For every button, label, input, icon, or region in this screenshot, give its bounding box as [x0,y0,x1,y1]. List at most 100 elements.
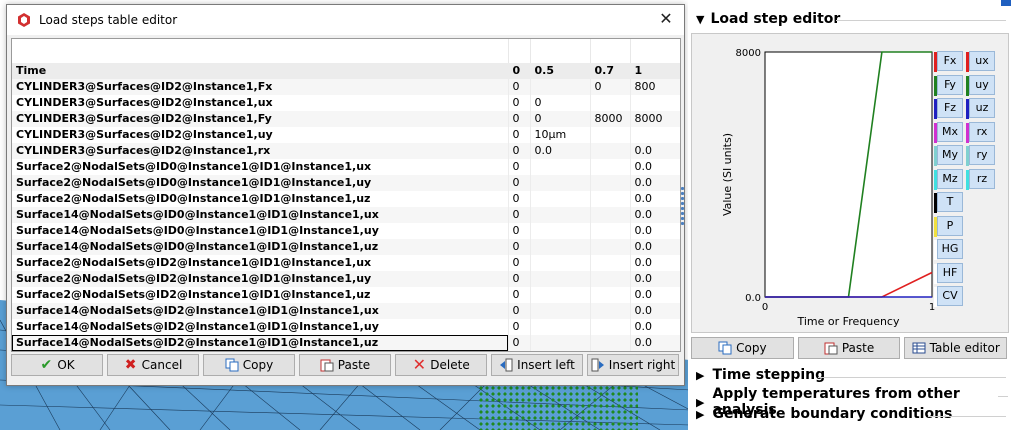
row-name-cell[interactable]: Surface2@NodalSets@ID2@Instance1@ID1@Ins… [12,287,508,303]
row-name-cell[interactable]: CYLINDER3@Surfaces@ID2@Instance1,rx [12,143,508,159]
table-row[interactable]: CYLINDER3@Surfaces@ID2@Instance1,Fy 0 0 800… [12,111,680,127]
value-cell[interactable] [589,239,630,255]
table-row[interactable]: Surface2@NodalSets@ID2@Instance1@ID1@Ins… [12,287,680,303]
row-name-cell[interactable]: Surface2@NodalSets@ID0@Instance1@ID1@Ins… [12,159,508,175]
table-row[interactable]: Surface14@NodalSets@ID0@Instance1@ID1@In… [12,239,680,255]
row-name-cell[interactable]: Surface2@NodalSets@ID2@Instance1@ID1@Ins… [12,271,508,287]
value-cell[interactable]: 0 [507,127,530,143]
value-cell[interactable]: 8000 [629,111,680,127]
row-name-cell[interactable]: Surface14@NodalSets@ID2@Instance1@ID1@In… [12,335,508,351]
legend-item-fy[interactable]: Fy [934,74,963,96]
legend-item-mx[interactable]: Mx [934,121,963,143]
insert-left-button[interactable]: Insert left [491,354,583,376]
value-cell[interactable]: 0.0 [629,207,680,223]
value-cell[interactable]: 0.0 [629,255,680,271]
value-cell[interactable] [529,287,590,303]
delete-button[interactable]: ✕ Delete [395,354,487,376]
value-cell[interactable]: 0.0 [629,239,680,255]
table-row[interactable]: CYLINDER3@Surfaces@ID2@Instance1,Fx 0 0 800 [12,79,680,95]
row-name-cell[interactable]: CYLINDER3@Surfaces@ID2@Instance1,ux [12,95,508,111]
value-cell[interactable]: 0 [529,95,590,111]
time-value[interactable]: 1 [629,63,680,79]
value-cell[interactable]: 0.0 [629,335,680,351]
table-row[interactable]: Surface2@NodalSets@ID2@Instance1@ID1@Ins… [12,271,680,287]
legend-item-uy[interactable]: uy [966,74,995,96]
panel-splitter-handle[interactable] [681,185,685,225]
value-cell[interactable] [529,319,590,335]
insert-right-button[interactable]: Insert right [587,354,679,376]
copy-button[interactable]: Copy [203,354,295,376]
value-cell[interactable]: 0 [507,223,530,239]
legend-item-hg[interactable]: HG [934,239,963,260]
time-value[interactable]: 0 [507,63,530,79]
value-cell[interactable] [529,191,590,207]
value-cell[interactable]: 0 [507,287,530,303]
row-name-cell[interactable]: CYLINDER3@Surfaces@ID2@Instance1,Fx [12,79,508,95]
value-cell[interactable]: 0 [589,79,630,95]
legend-item-hf[interactable]: HF [934,262,963,284]
table-row[interactable]: Surface14@NodalSets@ID0@Instance1@ID1@In… [12,223,680,239]
dialog-titlebar[interactable]: Load steps table editor ✕ [7,5,684,35]
legend-item-my[interactable]: My [934,145,963,166]
value-cell[interactable] [589,95,630,111]
row-name-cell[interactable]: Surface2@NodalSets@ID2@Instance1@ID1@Ins… [12,255,508,271]
value-cell[interactable]: 0 [507,159,530,175]
table-row[interactable]: Surface14@NodalSets@ID2@Instance1@ID1@In… [12,303,680,319]
legend-item-mz[interactable]: Mz [934,168,963,190]
value-cell[interactable]: 0 [507,207,530,223]
value-cell[interactable] [529,223,590,239]
table-row[interactable]: Surface2@NodalSets@ID0@Instance1@ID1@Ins… [12,191,680,207]
row-name-cell[interactable]: Surface14@NodalSets@ID2@Instance1@ID1@In… [12,319,508,335]
table-row[interactable]: Surface2@NodalSets@ID0@Instance1@ID1@Ins… [12,175,680,191]
value-cell[interactable] [589,335,630,351]
legend-item-rx[interactable]: rx [966,121,995,143]
value-cell[interactable] [529,303,590,319]
value-cell[interactable]: 0.0 [629,287,680,303]
legend-item-rz[interactable]: rz [966,168,995,190]
value-cell[interactable] [529,79,590,95]
legend-item-ux[interactable]: ux [966,51,995,72]
value-cell[interactable]: 0 [507,319,530,335]
legend-item-fx[interactable]: Fx [934,51,963,72]
legend-item-p[interactable]: P [934,215,963,237]
value-cell[interactable] [529,271,590,287]
close-icon[interactable]: ✕ [658,11,674,27]
table-row[interactable]: CYLINDER3@Surfaces@ID2@Instance1,uy 0 10µm [12,127,680,143]
value-cell[interactable]: 0 [507,191,530,207]
table-row[interactable]: Surface2@NodalSets@ID0@Instance1@ID1@Ins… [12,159,680,175]
value-cell[interactable] [529,335,590,351]
value-cell[interactable]: 0 [507,255,530,271]
value-cell[interactable] [589,175,630,191]
value-cell[interactable]: 0.0 [529,143,590,159]
value-cell[interactable] [589,255,630,271]
value-cell[interactable]: 0.0 [629,175,680,191]
row-name-cell[interactable]: CYLINDER3@Surfaces@ID2@Instance1,Fy [12,111,508,127]
value-cell[interactable] [629,95,680,111]
value-cell[interactable] [589,207,630,223]
pin-icon[interactable] [1001,0,1011,6]
value-cell[interactable]: 0.0 [629,159,680,175]
legend-item-cv[interactable]: CV [934,286,963,307]
time-stepping-section[interactable]: ▶ Time stepping [696,367,825,383]
value-cell[interactable] [589,191,630,207]
value-cell[interactable]: 0.0 [629,303,680,319]
value-cell[interactable]: 0.0 [629,319,680,335]
panel-paste-button[interactable]: Paste [797,337,901,359]
load-step-editor-header[interactable]: ▼ Load step editor [696,11,840,27]
value-cell[interactable]: 0.0 [629,143,680,159]
value-cell[interactable] [529,207,590,223]
cancel-button[interactable]: ✖ Cancel [107,354,199,376]
value-cell[interactable]: 0 [507,271,530,287]
value-cell[interactable]: 0 [507,335,530,351]
value-cell[interactable] [589,303,630,319]
row-name-cell[interactable]: Surface14@NodalSets@ID0@Instance1@ID1@In… [12,223,508,239]
table-row[interactable]: Surface14@NodalSets@ID0@Instance1@ID1@In… [12,207,680,223]
table-row[interactable]: CYLINDER3@Surfaces@ID2@Instance1,ux 0 0 [12,95,680,111]
value-cell[interactable] [589,159,630,175]
value-cell[interactable] [589,319,630,335]
value-cell[interactable]: 0 [507,111,530,127]
value-cell[interactable] [589,287,630,303]
table-row[interactable]: Surface2@NodalSets@ID2@Instance1@ID1@Ins… [12,255,680,271]
value-cell[interactable] [629,127,680,143]
value-cell[interactable] [589,127,630,143]
